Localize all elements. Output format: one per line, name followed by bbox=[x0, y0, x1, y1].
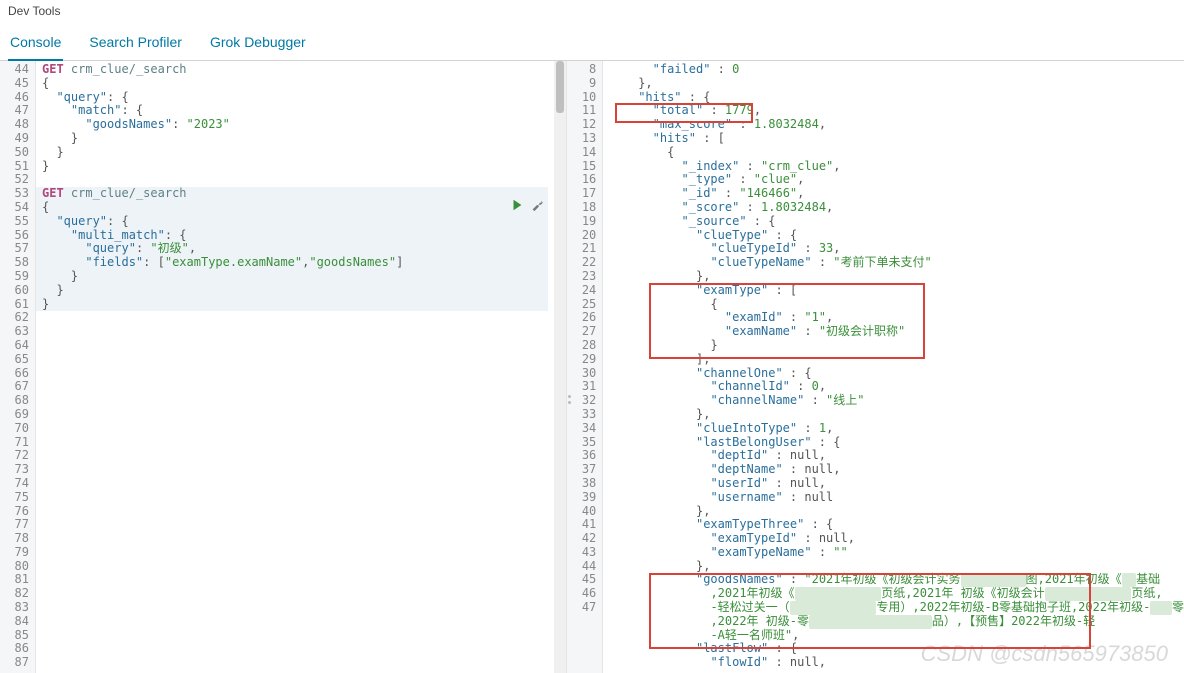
header: Dev Tools bbox=[0, 0, 1184, 18]
response-viewer[interactable]: "failed" : 0 }, "hits" : { "total" : 177… bbox=[603, 61, 1184, 670]
request-editor-pane: 4445464748495051525354555657585960616263… bbox=[0, 61, 567, 673]
gutter-left: 4445464748495051525354555657585960616263… bbox=[0, 61, 36, 673]
wrench-icon[interactable] bbox=[530, 198, 544, 215]
main-split: 4445464748495051525354555657585960616263… bbox=[0, 61, 1184, 673]
page-title: Dev Tools bbox=[8, 4, 60, 18]
request-editor[interactable]: GET crm_clue/_search{ "query": { "match"… bbox=[36, 61, 566, 670]
run-controls bbox=[510, 198, 544, 215]
scrollbar-left[interactable] bbox=[554, 61, 566, 673]
tabs: Console Search Profiler Grok Debugger bbox=[0, 18, 1184, 61]
response-viewer-pane: 8910111213141516171819202122232425262728… bbox=[567, 61, 1184, 673]
tab-search-profiler[interactable]: Search Profiler bbox=[87, 28, 184, 60]
run-query-icon[interactable] bbox=[510, 198, 524, 215]
tab-grok-debugger[interactable]: Grok Debugger bbox=[208, 28, 308, 60]
pane-divider[interactable] bbox=[566, 395, 574, 407]
tab-console[interactable]: Console bbox=[8, 28, 63, 60]
scroll-thumb-left[interactable] bbox=[556, 61, 564, 113]
gutter-right: 8910111213141516171819202122232425262728… bbox=[567, 61, 603, 673]
